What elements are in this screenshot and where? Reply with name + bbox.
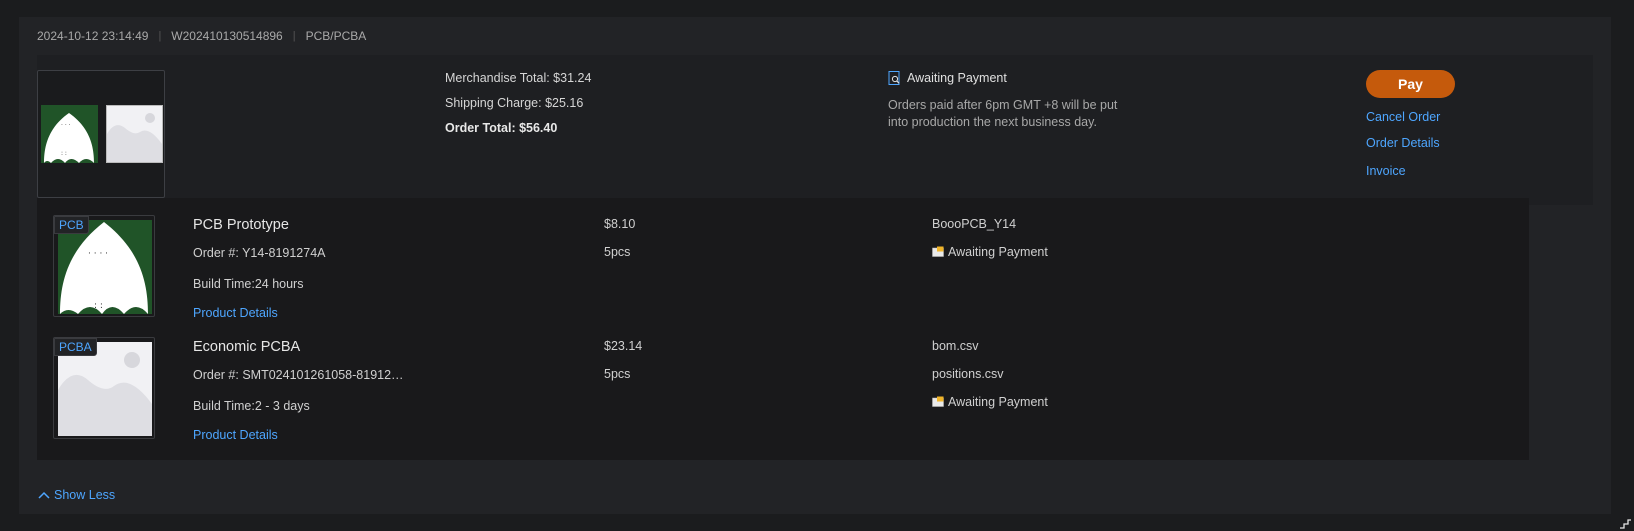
- product-file[interactable]: bom.csv: [932, 339, 979, 353]
- product-price: $8.10: [604, 217, 636, 231]
- pay-button[interactable]: Pay: [1366, 70, 1455, 98]
- order-status: Awaiting Payment: [888, 69, 1138, 87]
- show-less-label: Show Less: [54, 488, 116, 502]
- product-build-time: Build Time:2 - 3 days: [193, 399, 310, 413]
- order-items: · · · · : : PCB PCB Prototype Order #: Y…: [37, 198, 1529, 460]
- status-label: Awaiting Payment: [907, 71, 1007, 85]
- payment-note: Orders paid after 6pm GMT +8 will be put…: [888, 98, 1118, 129]
- product-status-label: Awaiting Payment: [948, 395, 1048, 409]
- order-status-block: Awaiting Payment Orders paid after 6pm G…: [888, 69, 1138, 131]
- product-status-label: Awaiting Payment: [948, 245, 1048, 259]
- order-card: 2024-10-12 23:14:49 | W202410130514896 |…: [19, 17, 1611, 514]
- svg-text:· · ·: · · ·: [61, 122, 71, 129]
- order-actions: Pay Cancel Order Order Details Invoice: [1366, 70, 1486, 178]
- order-totals: Merchandise Total: $31.24 Shipping Charg…: [445, 69, 591, 144]
- product-status: Awaiting Payment: [932, 395, 1048, 409]
- shipping-charge: Shipping Charge: $25.16: [445, 96, 584, 110]
- cancel-order-link[interactable]: Cancel Order: [1366, 110, 1440, 124]
- order-total: Order Total: $56.40: [445, 121, 558, 135]
- product-details-link[interactable]: Product Details: [193, 306, 278, 320]
- svg-text:· · · ·: · · · ·: [88, 249, 108, 259]
- product-name: Economic PCBA: [193, 339, 301, 355]
- product-tag: PCBA: [54, 338, 97, 356]
- order-datetime: 2024-10-12 23:14:49: [37, 29, 149, 43]
- product-details-link[interactable]: Product Details: [193, 428, 278, 442]
- folder-icon: [932, 396, 944, 407]
- product-tag: PCB: [54, 216, 89, 234]
- order-details-link[interactable]: Order Details: [1366, 136, 1440, 150]
- chevron-up-icon: [38, 491, 50, 499]
- product-name: PCB Prototype: [193, 217, 289, 233]
- pcba-thumbnail: [106, 105, 163, 163]
- folder-icon: [932, 246, 944, 257]
- pcba-product-image[interactable]: PCBA: [53, 337, 155, 439]
- product-file[interactable]: positions.csv: [932, 367, 1004, 381]
- order-number: W202410130514896: [171, 29, 283, 43]
- order-type: PCB/PCBA: [305, 29, 367, 43]
- order-header: 2024-10-12 23:14:49 | W202410130514896 |…: [37, 27, 366, 45]
- svg-text:: :: : :: [94, 301, 103, 311]
- product-file[interactable]: BoooPCB_Y14: [932, 217, 1016, 231]
- product-quantity: 5pcs: [604, 245, 631, 259]
- product-order-number: Order #: Y14-8191274A: [193, 246, 326, 260]
- product-quantity: 5pcs: [604, 367, 631, 381]
- order-thumbnails[interactable]: · · · : :: [37, 70, 165, 198]
- product-build-time: Build Time:24 hours: [193, 277, 304, 291]
- product-order-number: Order #: SMT024101261058-81912…: [193, 368, 404, 382]
- product-price: $23.14: [604, 339, 643, 353]
- divider: |: [158, 30, 162, 42]
- show-less-toggle[interactable]: Show Less: [38, 488, 115, 502]
- product-status: Awaiting Payment: [932, 245, 1048, 259]
- merchandise-total: Merchandise Total: $31.24: [445, 71, 592, 85]
- svg-text:: :: : :: [61, 150, 67, 157]
- pcb-thumbnail: · · · : :: [41, 105, 98, 163]
- order-summary: [37, 55, 1593, 205]
- divider: |: [292, 30, 296, 42]
- pcb-product-image[interactable]: · · · · : : PCB: [53, 215, 155, 317]
- resize-handle-icon[interactable]: [1618, 515, 1632, 529]
- document-search-icon: [888, 71, 900, 85]
- invoice-link[interactable]: Invoice: [1366, 164, 1406, 178]
